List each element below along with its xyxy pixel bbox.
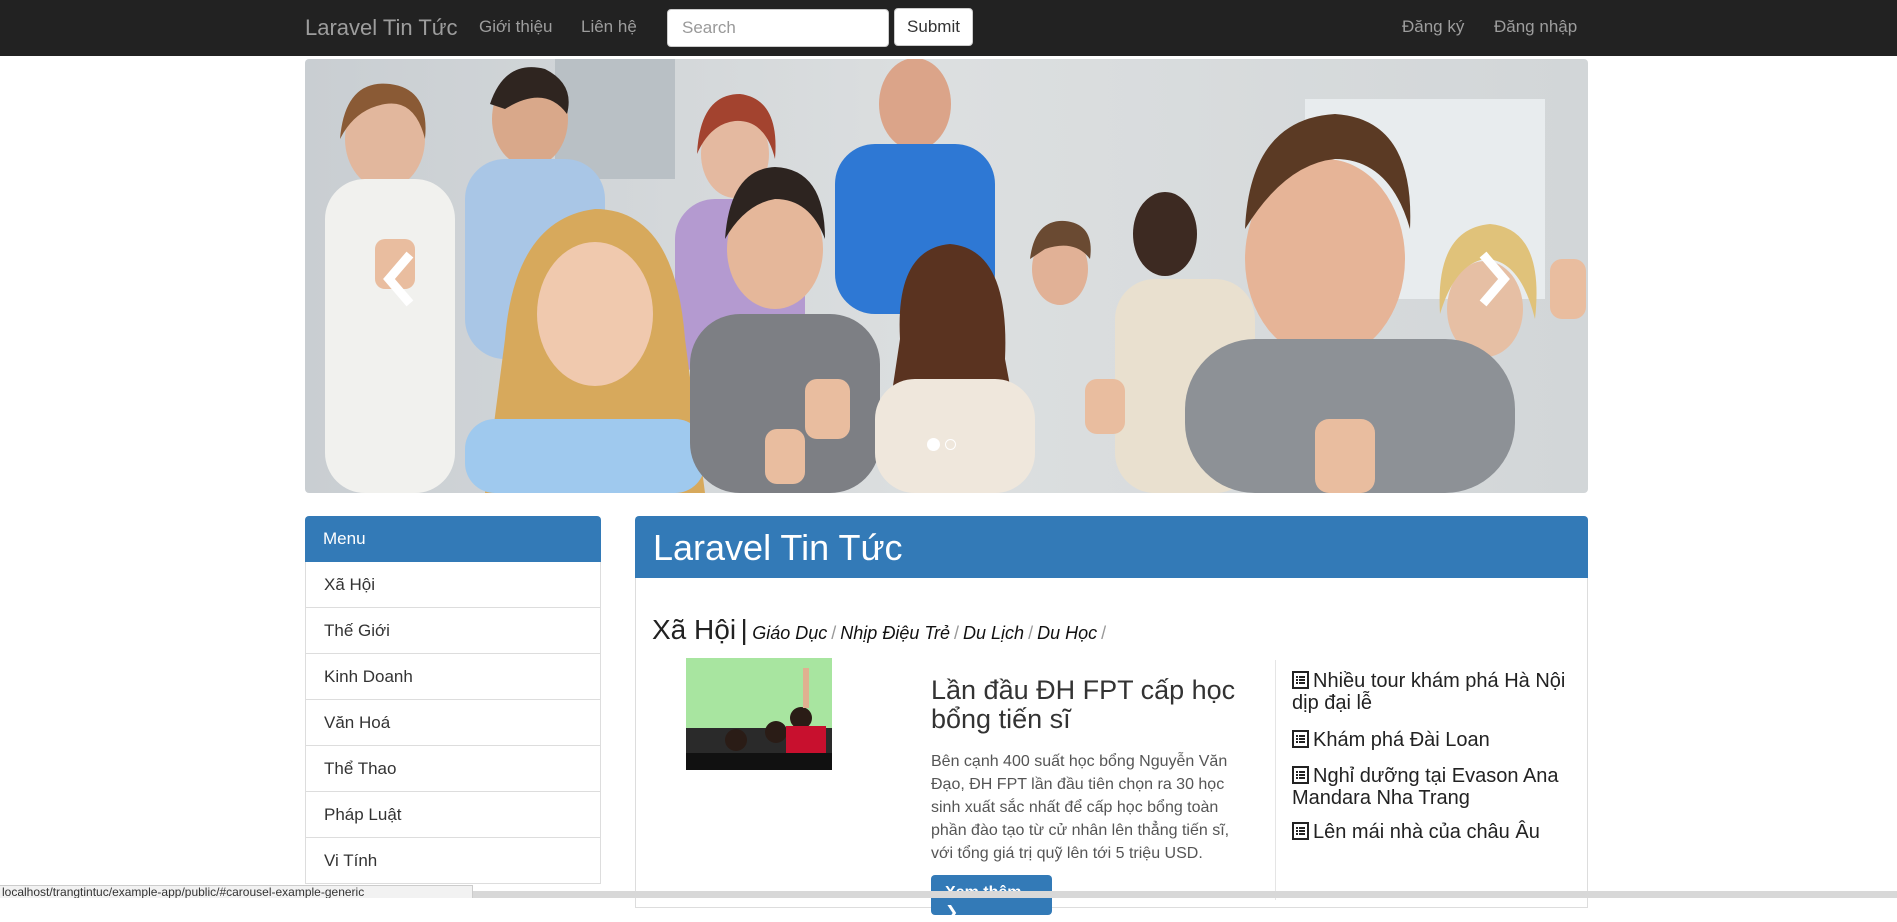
horizontal-scrollbar[interactable]: [473, 891, 1897, 898]
menu-item-van-hoa[interactable]: Văn Hoá: [305, 700, 601, 746]
related-article-title: Khám phá Đài Loan: [1313, 729, 1490, 751]
image-carousel: [305, 59, 1588, 493]
navbar-brand[interactable]: Laravel Tin Tức: [305, 15, 458, 41]
subcategory-link[interactable]: Du Lịch: [963, 623, 1024, 643]
related-article-title: Nghỉ dưỡng tại Evason Ana Mandara Nha Tr…: [1292, 765, 1559, 809]
subcategory-separator: /: [831, 623, 837, 643]
subcategory-link[interactable]: Giáo Dục: [752, 623, 827, 643]
carousel-indicator-2[interactable]: [945, 439, 956, 450]
related-article[interactable]: Nhiều tour khám phá Hà Nội dịp đại lễ: [1292, 670, 1582, 714]
carousel-indicator-1[interactable]: [927, 438, 940, 451]
menu-item-xa-hoi[interactable]: Xã Hội: [305, 562, 601, 608]
nav-link-login[interactable]: Đăng nhập: [1494, 17, 1577, 37]
list-alt-icon: [1292, 730, 1309, 748]
menu-item-the-gioi[interactable]: Thế Giới: [305, 608, 601, 654]
featured-article-summary: Bên cạnh 400 suất học bổng Nguyễn Văn Đạ…: [931, 753, 1230, 862]
menu-item-phap-luat[interactable]: Pháp Luật: [305, 792, 601, 838]
related-article-title: Lên mái nhà của châu Âu: [1313, 821, 1540, 843]
featured-article-title[interactable]: Lần đầu ĐH FPT cấp học bổng tiến sĩ: [931, 676, 1261, 734]
menu-item-vi-tinh[interactable]: Vi Tính: [305, 838, 601, 884]
carousel-slide-image: [305, 59, 1588, 493]
category-title[interactable]: Xã Hội: [652, 614, 736, 645]
subcategory-separator: /: [1028, 623, 1034, 643]
subcategory-link[interactable]: Du Học: [1037, 623, 1097, 643]
list-alt-icon: [1292, 766, 1309, 784]
menu-item-the-thao[interactable]: Thể Thao: [305, 746, 601, 792]
featured-article-thumbnail[interactable]: [686, 658, 832, 770]
nav-link-lien-he[interactable]: Liên hệ: [581, 17, 637, 37]
column-divider: [1275, 660, 1276, 900]
subcategory-separator: /: [954, 623, 960, 643]
main-panel-title: Laravel Tin Tức: [635, 516, 1588, 578]
chevron-right-icon: ❯: [945, 904, 959, 921]
related-article[interactable]: Nghỉ dưỡng tại Evason Ana Mandara Nha Tr…: [1292, 765, 1582, 809]
top-navbar: Laravel Tin Tức Giới thiệu Liên hệ Submi…: [0, 0, 1897, 56]
browser-status-url: localhost/trangtintuc/example-app/public…: [0, 885, 473, 898]
category-separator: |: [740, 614, 748, 645]
category-header: Xã Hội | Giáo Dục / Nhịp Điệu Trẻ / Du Lịch /…: [652, 614, 1110, 646]
nav-link-register[interactable]: Đăng ký: [1402, 17, 1464, 37]
subcategory-separator: /: [1101, 623, 1107, 643]
related-article-title: Nhiều tour khám phá Hà Nội dịp đại lễ: [1292, 670, 1566, 714]
nav-link-gioi-thieu[interactable]: Giới thiệu: [479, 17, 553, 37]
menu-heading: Menu: [305, 516, 601, 562]
carousel-next-icon[interactable]: [1458, 244, 1528, 314]
related-article[interactable]: Khám phá Đài Loan: [1292, 729, 1582, 751]
list-alt-icon: [1292, 822, 1309, 840]
search-submit-button[interactable]: Submit: [894, 8, 973, 46]
search-input[interactable]: [667, 9, 889, 47]
carousel-prev-icon[interactable]: [365, 244, 435, 314]
list-alt-icon: [1292, 671, 1309, 689]
subcategory-link[interactable]: Nhịp Điệu Trẻ: [840, 623, 950, 643]
related-article[interactable]: Lên mái nhà của châu Âu: [1292, 821, 1582, 843]
menu-item-kinh-doanh[interactable]: Kinh Doanh: [305, 654, 601, 700]
